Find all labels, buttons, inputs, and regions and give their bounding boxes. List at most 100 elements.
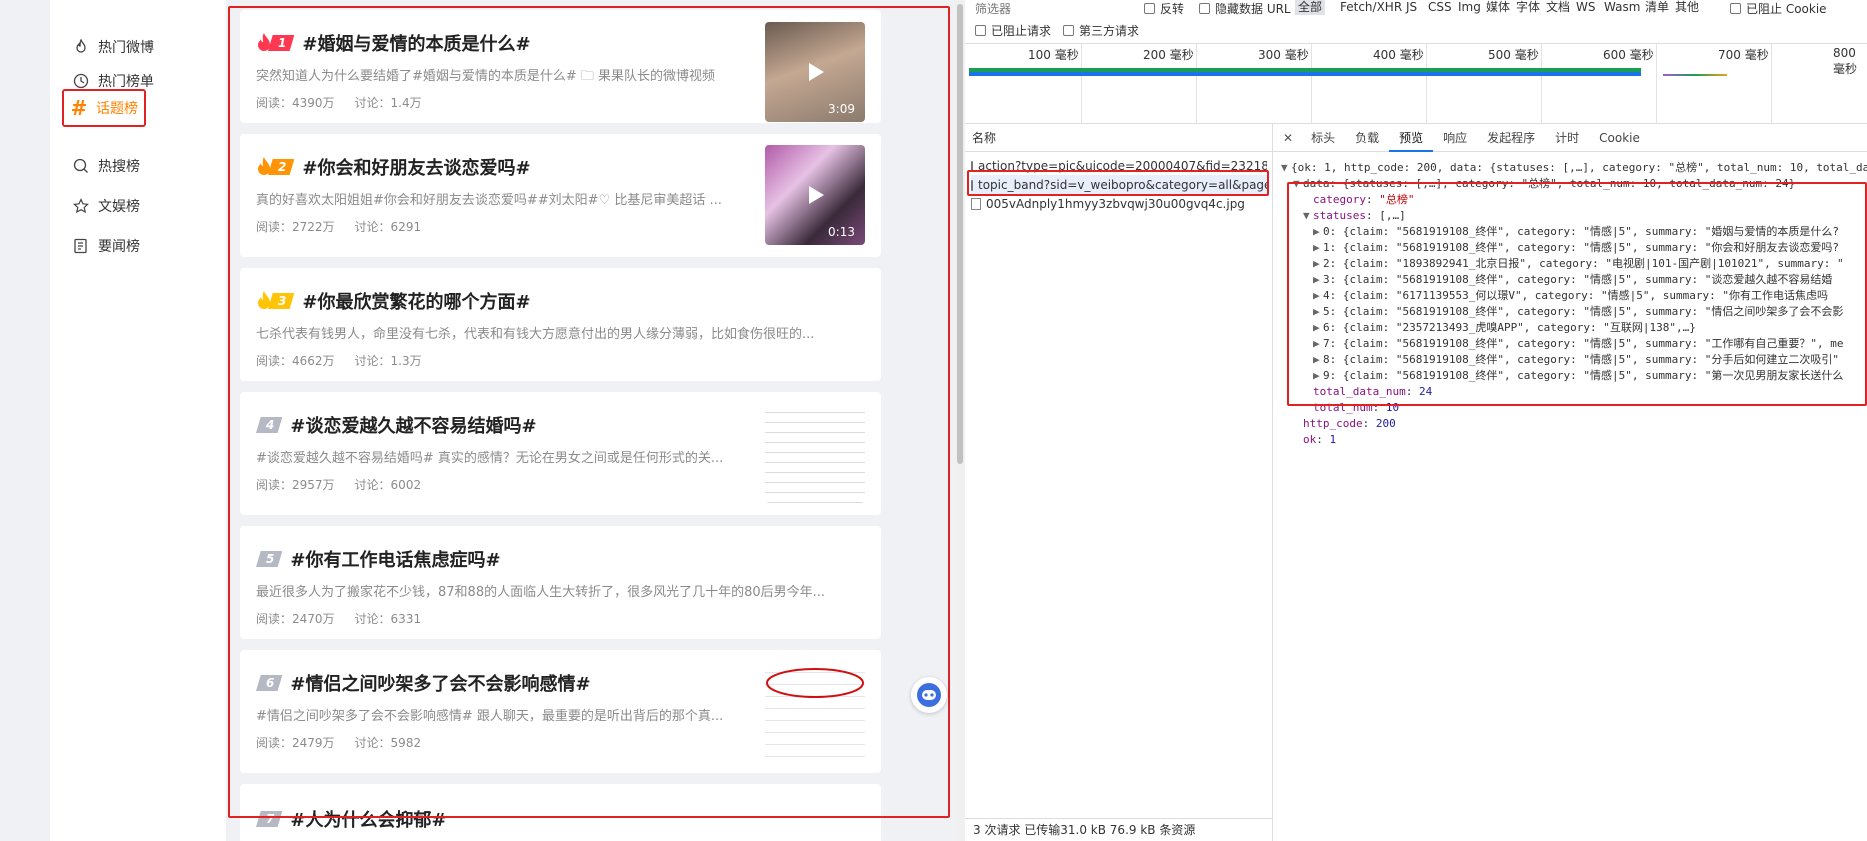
topic-card[interactable]: 5 #你有工作电话焦虑症吗# 最近很多人为了搬家花不少钱，87和88的人面临人生… [240,526,881,639]
topic-title[interactable]: #你有工作电话焦虑症吗# [290,546,500,572]
clock-icon [72,72,90,90]
type-filter-wasm[interactable]: Wasm [1601,0,1643,15]
rank-number: 6 [256,675,283,691]
invert-checkbox[interactable]: 反转 [1144,0,1184,17]
close-icon[interactable]: ✕ [1273,124,1301,152]
rank-badge: 3 [256,291,295,311]
topic-stats: 阅读：2470万 讨论：6331 [256,610,441,627]
topic-card[interactable]: 2 #你会和好朋友去谈恋爱吗# 真的好喜欢太阳姐姐#你会和好朋友去谈恋爱吗##刘… [240,134,881,257]
discuss-count: 讨论：5982 [354,736,422,750]
nav-item-hot-weibo[interactable]: 热门微博 [66,28,160,66]
filter-bar: 筛选器 反转 隐藏数据 URL 全部 Fetch/XHR JS CSS Img … [965,0,1867,44]
topic-stats: 阅读：2957万 讨论：6002 [256,476,441,493]
news-icon [72,237,90,255]
topic-title[interactable]: #你最欣赏繁花的哪个方面# [302,288,530,314]
tab-headers[interactable]: 标头 [1301,124,1345,152]
highlight-box [967,170,1269,196]
json-http-code: http_code: 200 [1303,417,1396,430]
hide-data-url-checkbox[interactable]: 隐藏数据 URL [1199,0,1291,17]
topic-title[interactable]: #人为什么会抑郁# [290,806,446,832]
screenshot-thumbnail[interactable] [765,403,865,503]
request-row[interactable]: 005vAdnply1hmyy3zbvqwj30u00gvq4c.jpg [971,194,1267,214]
json-number: 200 [1375,417,1396,430]
filter-input[interactable]: 筛选器 [975,0,1011,17]
type-filter-css[interactable]: CSS [1425,0,1455,15]
topic-card[interactable]: 7 #人为什么会抑郁# [240,784,881,841]
tick-label: 200 毫秒 [1143,48,1194,62]
json-key: http_code [1303,417,1363,430]
video-thumbnail[interactable]: 0:13 [765,145,865,245]
json-root[interactable]: ▼ {ok: 1, http_code: 200, data: {statuses… [1281,160,1867,176]
star-icon [72,197,90,215]
blocked-requests-checkbox[interactable]: 已阻止请求 [975,22,1051,39]
type-filter-img[interactable]: Img [1455,0,1484,15]
nav-item-entertainment[interactable]: 文娱榜 [66,187,146,225]
tab-payload[interactable]: 负载 [1345,124,1389,152]
nav-item-news[interactable]: 要闻榜 [66,227,146,265]
topic-summary: 最近很多人为了搬家花不少钱，87和88的人面临人生大转折了，很多风光了几十年的8… [256,585,826,600]
screenshot-thumbnail[interactable] [765,661,865,761]
topic-stats: 阅读：2722万 讨论：6291 [256,218,441,235]
tab-cookies[interactable]: Cookie [1589,124,1650,152]
topic-title-row: 6 #情侣之间吵架多了会不会影响感情# [256,670,591,696]
tick-label: 300 毫秒 [1258,48,1309,62]
read-count: 阅读：2479万 [256,736,335,750]
type-filter-media[interactable]: 媒体 [1483,0,1513,15]
nav-label: 热门榜单 [98,74,154,90]
topic-card[interactable]: 3 #你最欣赏繁花的哪个方面# 七杀代表有钱男人，命里没有七杀，代表和有钱大方愿… [240,268,881,381]
page-scrollbar[interactable] [955,0,965,841]
topic-card[interactable]: 6 #情侣之间吵架多了会不会影响感情# #情侣之间吵架多了会不会影响感情# 跟人… [240,650,881,773]
topic-title[interactable]: #你会和好朋友去谈恋爱吗# [302,154,530,180]
tick-label: 500 毫秒 [1488,48,1539,62]
topic-title-row: 5 #你有工作电话焦虑症吗# [256,546,501,572]
type-filter-manifest[interactable]: 清单 [1642,0,1672,15]
hide-data-url-label: 隐藏数据 URL [1215,2,1291,16]
topic-title[interactable]: #谈恋爱越久越不容易结婚吗# [290,412,536,438]
type-filter-all[interactable]: 全部 [1295,0,1326,15]
tick-label: 800 毫秒 [1833,46,1858,76]
nav-item-topic-list[interactable]: # 话题榜 [62,89,146,127]
type-filter-font[interactable]: 字体 [1513,0,1543,15]
type-filter-js[interactable]: JS [1403,0,1420,15]
tab-preview[interactable]: 预览 [1389,124,1434,152]
topic-title-row: 4 #谈恋爱越久越不容易结婚吗# [256,412,537,438]
video-thumbnail[interactable]: 3:09 [765,22,865,122]
tab-response[interactable]: 响应 [1433,124,1477,152]
type-filter-ws[interactable]: WS [1573,0,1598,15]
assistant-button[interactable] [911,677,947,713]
tick-label: 400 毫秒 [1373,48,1424,62]
tab-timing[interactable]: 计时 [1545,124,1589,152]
tick-label: 700 毫秒 [1718,48,1769,62]
name-column-header[interactable]: 名称 [965,124,1272,152]
type-filter-doc[interactable]: 文档 [1543,0,1573,15]
topic-title-row: 3 #你最欣赏繁花的哪个方面# [256,288,531,314]
topic-summary: 七杀代表有钱男人，命里没有七杀，代表和有钱大方愿意付出的男人缘分薄弱，比如食伤很… [256,327,815,342]
rank-number: 5 [256,551,283,567]
topic-card[interactable]: 4 #谈恋爱越久越不容易结婚吗# #谈恋爱越久越不容易结婚吗# 真实的感情？无论… [240,392,881,515]
nav-item-hot-search[interactable]: 热搜榜 [66,147,146,185]
read-count: 阅读：2722万 [256,220,335,234]
topic-title[interactable]: #情侣之间吵架多了会不会影响感情# [290,670,590,696]
blocked-cookies-checkbox[interactable]: 已阻止 Cookie [1730,0,1827,17]
play-icon [809,63,824,81]
tick-label: 600 毫秒 [1603,48,1654,62]
expand-triangle-icon: ▼ [1281,161,1288,174]
flame-icon [72,38,90,56]
waterfall-bar [1663,74,1727,76]
type-filter-xhr[interactable]: Fetch/XHR [1337,0,1405,15]
tab-initiator[interactable]: 发起程序 [1477,124,1545,152]
topic-summary: 突然知道人为什么要结婚了#婚姻与爱情的本质是什么# 🗀 果果队长的微博视频 [256,69,716,84]
topic-title[interactable]: #婚姻与爱情的本质是什么# [302,30,530,56]
topic-title-row: 2 #你会和好朋友去谈恋爱吗# [256,154,531,180]
tick-label: 100 毫秒 [1028,48,1079,62]
rank-badge: 7 [256,811,283,827]
type-filter-other[interactable]: 其他 [1672,0,1702,15]
scrollbar-thumb[interactable] [957,4,963,464]
waterfall-overview[interactable]: 100 毫秒 200 毫秒 300 毫秒 400 毫秒 500 毫秒 600 毫… [965,44,1867,124]
waterfall-bar [969,72,1641,76]
topic-card[interactable]: 1 #婚姻与爱情的本质是什么# 突然知道人为什么要结婚了#婚姻与爱情的本质是什么… [240,10,881,123]
json-ok: ok: 1 [1303,433,1337,446]
json-text: {ok: 1, http_code: 200, data: {statuses:… [1291,161,1867,174]
third-party-checkbox[interactable]: 第三方请求 [1063,22,1139,39]
highlight-box [1287,182,1867,406]
